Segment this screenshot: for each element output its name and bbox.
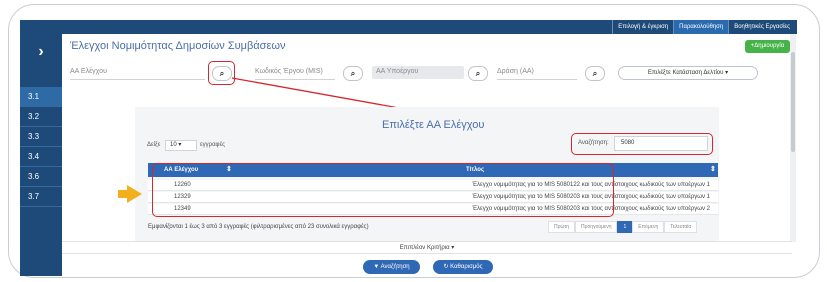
show-label: Δείξε (147, 142, 161, 148)
highlight-box-search (571, 133, 713, 155)
sort-icon[interactable]: ⇕ (710, 163, 716, 177)
pager-next[interactable]: Επόμενη (632, 221, 665, 233)
pager-first[interactable]: Πρώτη (548, 221, 576, 233)
pointer-arrow-icon (127, 185, 142, 203)
clear-button[interactable]: ↻ Καθαρισμός (433, 260, 493, 274)
pagination: Πρώτη Προηγούμενη 1 Επόμενη Τελευταία (548, 221, 698, 233)
scrollbar[interactable] (790, 34, 796, 242)
search-button[interactable]: ▼ Αναζήτηση (363, 260, 420, 274)
table-info: Εμφανίζονται 1 έως 3 από 3 εγγραφές (φιλ… (148, 224, 369, 230)
modal-title: Επιλέξτε ΑΑ Ελέγχου (382, 119, 485, 131)
more-criteria-toggle[interactable]: Επιπλέον Κριτήρια ▾ (62, 241, 792, 254)
scrollbar-thumb[interactable] (791, 52, 795, 152)
page-length-select[interactable]: 10 ▾ (165, 140, 197, 151)
page-length-value: 10 (170, 142, 177, 148)
records-label: εγγραφές (200, 142, 226, 148)
pager-prev[interactable]: Προηγούμενη (575, 221, 618, 233)
highlight-box-results (152, 163, 614, 217)
pager-last[interactable]: Τελευταία (664, 221, 698, 233)
pager-current[interactable]: 1 (617, 221, 633, 233)
